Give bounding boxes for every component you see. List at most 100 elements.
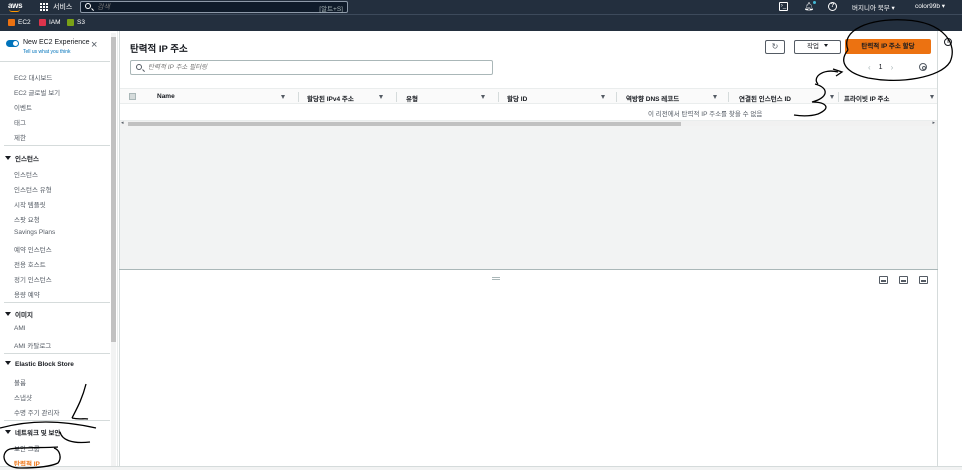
column-header-ipv4[interactable]: 할당된 IPv4 주소 [307,93,354,103]
sidebar-item-ami[interactable]: AMI [14,325,26,332]
actions-dropdown[interactable]: 작업 [794,40,841,54]
iam-icon [39,19,46,26]
prev-page-icon[interactable]: ‹ [868,63,871,72]
sort-icon[interactable] [481,95,485,99]
column-header-reverse-dns[interactable]: 역방향 DNS 레코드 [626,93,679,103]
favorite-iam[interactable]: IAM [39,19,61,26]
elastic-ip-panel: 탄력적 IP 주소 ↻ 작업 탄력적 IP 주소 할당 ‹ 1 › Name 할… [119,31,938,269]
help-icon[interactable]: ? [828,2,837,11]
sidebar-item-tags[interactable]: 태그 [14,117,26,127]
favorite-ec2[interactable]: EC2 [8,19,31,26]
info-icon[interactable]: i [944,38,952,46]
sort-icon[interactable] [830,95,834,99]
gear-icon[interactable] [919,63,927,71]
empty-table-row: 이 리전에서 탄력적 IP 주소를 찾을 수 없음 [120,104,937,120]
sidebar-item-limits[interactable]: 제한 [14,132,26,142]
sidebar-item-capacity-reservations[interactable]: 용량 예약 [14,289,40,299]
sidebar-item-volumes[interactable]: 볼륨 [14,377,26,387]
table-header: Name 할당된 IPv4 주소 유형 할당 ID 역방향 DNS 레코드 연결… [120,88,937,104]
sidebar-item-instance-types[interactable]: 인스턴스 유형 [14,184,52,194]
panel-full-layout-icon[interactable] [919,276,928,284]
sidebar-item-reserved-instances[interactable]: 예약 인스턴스 [14,244,52,254]
sidebar-section-instances[interactable]: 인스턴스 [5,153,39,163]
sort-icon[interactable] [281,95,285,99]
sidebar-section-ebs[interactable]: Elastic Block Store [5,361,74,368]
sidebar-item-ami-catalog[interactable]: AMI 카탈로그 [14,340,51,350]
pagination: ‹ 1 › [868,63,893,72]
sidebar-item-ec2-dashboard[interactable]: EC2 대시보드 [14,72,52,82]
global-search[interactable]: [알트+S] [80,1,348,13]
notification-dot [813,1,816,4]
filter-box[interactable] [130,60,493,75]
sidebar-item-scheduled-instances[interactable]: 정기 인스턴스 [14,274,52,284]
divider [4,353,110,354]
table-horizontal-scrollbar[interactable]: ◂ ▸ [120,120,937,126]
sort-icon[interactable] [930,95,934,99]
new-experience-toggle[interactable] [6,40,19,47]
scroll-right-icon[interactable]: ▸ [932,121,935,126]
services-menu[interactable]: 서비스 [53,2,72,12]
column-header-private-ip[interactable]: 프라이빗 IP 주소 [844,93,890,103]
next-page-icon[interactable]: › [891,63,894,72]
sidebar-item-instances[interactable]: 인스턴스 [14,169,38,179]
favorite-label: S3 [77,19,85,26]
sidebar-item-dedicated-hosts[interactable]: 전용 호스트 [14,259,46,269]
filter-input[interactable] [148,63,448,72]
page-number[interactable]: 1 [879,64,883,71]
select-all-checkbox[interactable] [129,93,136,100]
column-header-allocation-id[interactable]: 할당 ID [507,93,527,103]
scrollbar-thumb[interactable] [111,37,116,342]
sort-icon[interactable] [379,95,383,99]
sidebar-scrollbar[interactable] [111,33,116,466]
drag-handle-icon[interactable] [492,277,500,280]
column-header-name[interactable]: Name [157,93,175,100]
section-title: 이미지 [15,312,33,319]
feedback-link[interactable]: Tell us what you think [23,49,71,55]
split-panel-divider[interactable] [119,269,938,270]
sidebar-item-spot-requests[interactable]: 스팟 요청 [14,214,40,224]
sort-icon[interactable] [713,95,717,99]
panel-bottom-layout-icon[interactable] [879,276,888,284]
services-grid-icon[interactable] [40,3,48,11]
divider [4,420,110,421]
region-selector[interactable]: 버지니아 북부 ▾ [852,2,895,12]
column-separator[interactable] [298,92,299,102]
search-icon [85,3,91,9]
section-title: 인스턴스 [15,156,39,163]
cloudshell-icon[interactable]: ›_ [779,2,788,11]
sidebar-item-savings-plans[interactable]: Savings Plans [14,229,55,236]
column-separator[interactable] [498,92,499,102]
column-header-instance-id[interactable]: 연결된 인스턴스 ID [739,93,791,103]
scroll-left-icon[interactable]: ◂ [121,121,124,126]
panel-side-layout-icon[interactable] [899,276,908,284]
sidebar-item-lifecycle-manager[interactable]: 수명 주기 관리자 [14,407,59,417]
sidebar: New EC2 Experience Tell us what you thin… [0,31,118,470]
actions-label: 작업 [807,43,819,50]
account-menu[interactable]: color99b ▾ [915,2,945,10]
sort-icon[interactable] [601,95,605,99]
sidebar-item-ec2-global-view[interactable]: EC2 글로벌 보기 [14,87,60,97]
favorite-s3[interactable]: S3 [67,19,85,26]
sidebar-item-snapshots[interactable]: 스냅샷 [14,392,32,402]
sidebar-item-events[interactable]: 이벤트 [14,102,32,112]
main-content: 탄력적 IP 주소 ↻ 작업 탄력적 IP 주소 할당 ‹ 1 › Name 할… [119,31,941,470]
sidebar-item-launch-templates[interactable]: 시작 템플릿 [14,199,46,209]
scrollbar-thumb[interactable] [128,122,681,126]
column-header-type[interactable]: 유형 [406,93,418,103]
close-icon[interactable]: × [91,40,97,51]
new-experience-title: New EC2 Experience [23,39,90,46]
column-separator[interactable] [838,92,839,102]
column-separator[interactable] [728,92,729,102]
details-split-panel [119,270,938,470]
global-search-input[interactable] [97,2,297,12]
sidebar-section-images[interactable]: 이미지 [5,309,33,319]
refresh-button[interactable]: ↻ [765,40,785,54]
bell-icon[interactable]: 🔔︎ [804,2,814,11]
allocate-elastic-ip-button[interactable]: 탄력적 IP 주소 할당 [845,39,931,54]
column-separator[interactable] [616,92,617,102]
sidebar-item-security-groups[interactable]: 보안 그룹 [14,443,40,453]
sidebar-section-network-security[interactable]: 네트워크 및 보안 [5,427,60,437]
divider [4,145,110,146]
footer-strip [0,466,962,470]
column-separator[interactable] [396,92,397,102]
